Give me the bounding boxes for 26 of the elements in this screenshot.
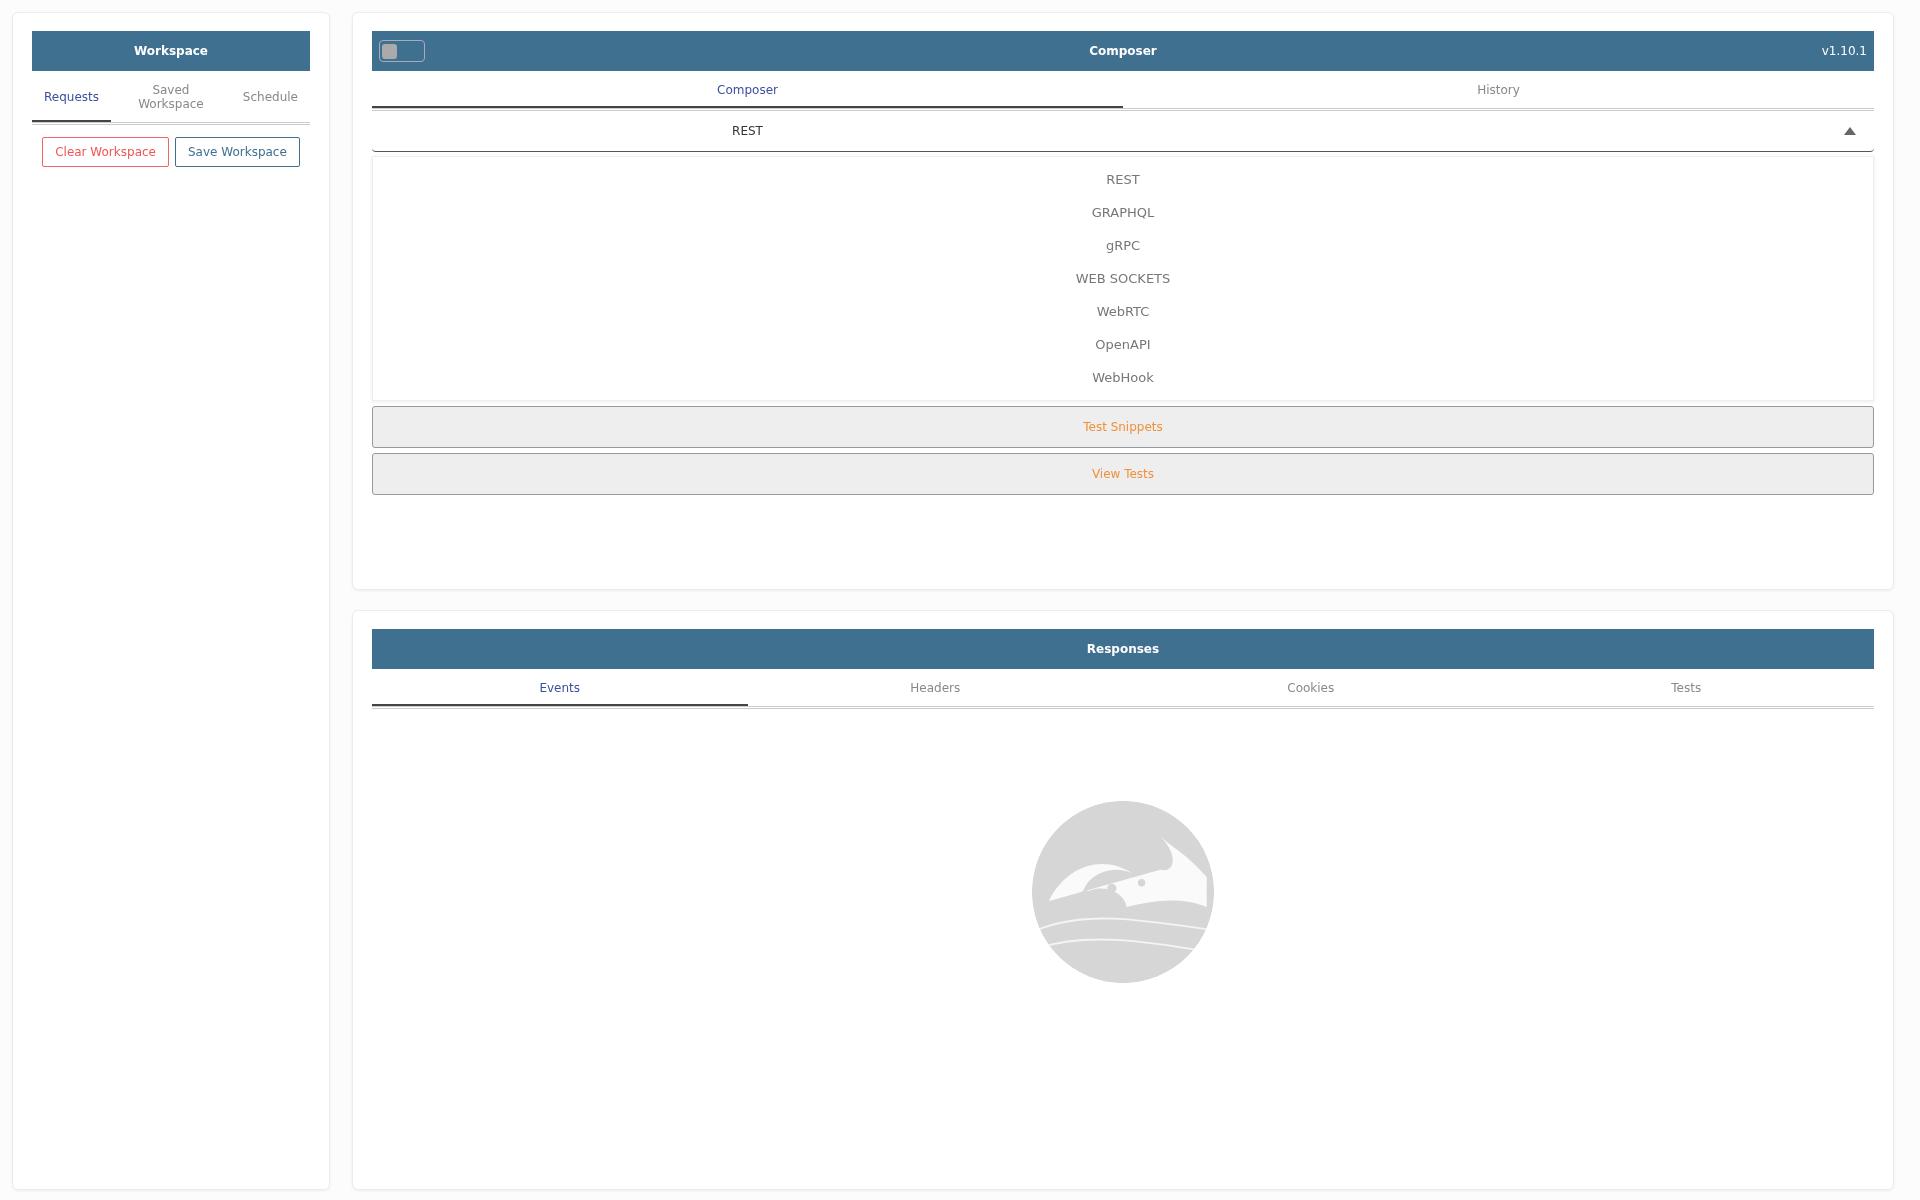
response-tab[interactable]: Tests	[1498, 669, 1874, 706]
dropdown-option[interactable]: WebRTC	[373, 295, 1873, 328]
sidebar-tab[interactable]: Saved Workspace	[111, 71, 231, 122]
save-button[interactable]: Save Workspace	[174, 137, 300, 167]
dropdown-option[interactable]: WebHook	[373, 361, 1873, 394]
clear-button[interactable]: Clear Workspace	[42, 137, 169, 167]
dropdown-option[interactable]: REST	[373, 163, 1873, 196]
protocol-select[interactable]: REST	[372, 111, 1874, 152]
panel-title: Workspace	[133, 44, 208, 58]
dropdown-option[interactable]: GRAPHQL	[373, 196, 1873, 229]
sidebar-tab[interactable]: Requests	[32, 71, 111, 122]
caret-icon	[1843, 127, 1856, 135]
composer-tab[interactable]: History	[1123, 71, 1874, 108]
version-label: v1.10.1	[1821, 44, 1867, 58]
sidebar-tab[interactable]: Schedule	[230, 71, 310, 122]
panel-title: Composer	[1089, 44, 1157, 58]
toggle-switch[interactable]	[379, 40, 425, 62]
dropdown-option[interactable]: OpenAPI	[373, 328, 1873, 361]
dropdown-option[interactable]: gRPC	[373, 229, 1873, 262]
dropdown-option[interactable]: WEB SOCKETS	[373, 262, 1873, 295]
composer-tab[interactable]: Composer	[372, 71, 1123, 108]
panel-title: Responses	[1086, 642, 1160, 656]
response-tab[interactable]: Events	[372, 669, 748, 706]
wave-icon	[1030, 799, 1216, 985]
response-tab[interactable]: Headers	[747, 669, 1123, 706]
response-tab[interactable]: Cookies	[1123, 669, 1499, 706]
